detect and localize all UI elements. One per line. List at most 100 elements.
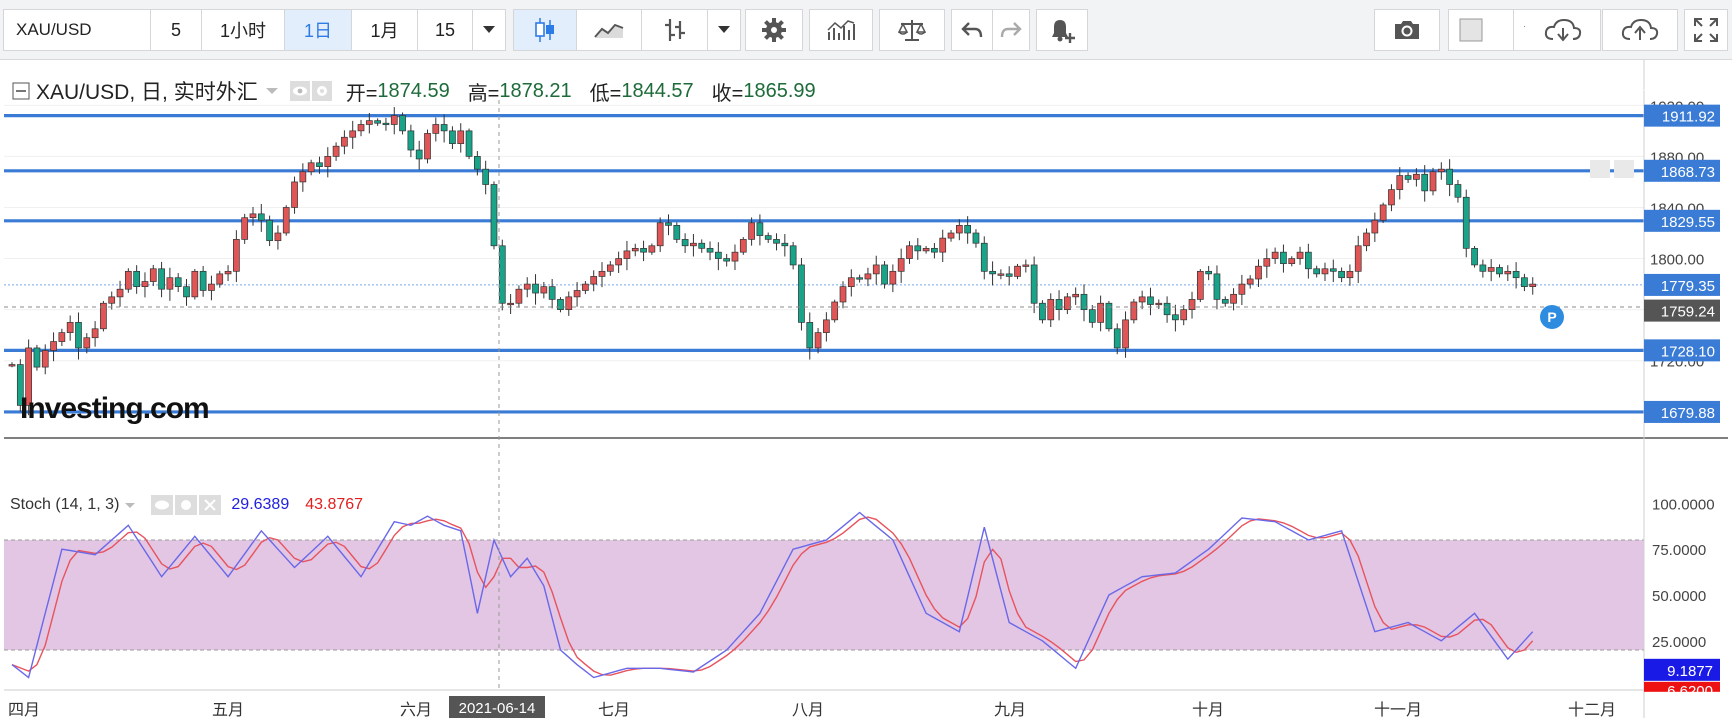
eye-icon[interactable] (151, 495, 174, 515)
candle (1039, 300, 1046, 324)
candle-body-up (631, 247, 639, 252)
bar-chart-type-button[interactable] (641, 9, 708, 51)
chevron-down-icon[interactable] (123, 501, 137, 510)
candle-body-down (665, 222, 672, 226)
cloud-upload-button[interactable] (1602, 9, 1678, 51)
candle-body-up (1097, 302, 1104, 323)
undo-button[interactable] (951, 9, 993, 51)
stoch-d-badge-label: 6.6200 (1667, 683, 1713, 700)
redo-button[interactable] (992, 9, 1030, 51)
cloud-download-button[interactable] (1525, 9, 1601, 51)
candle (1130, 298, 1138, 324)
price-chart[interactable]: 1920.001880.001840.001800.001760.001720.… (0, 60, 1732, 718)
snapshot-button[interactable] (1374, 9, 1440, 51)
candle-body-up (656, 222, 664, 247)
candle-body-up (307, 162, 315, 173)
candle-body-down (714, 251, 722, 259)
candle-body-up (274, 232, 282, 242)
candle-body-up (349, 130, 357, 138)
undo-icon (961, 22, 983, 38)
interval-15-button[interactable]: 15 (417, 9, 473, 51)
gear-icon[interactable] (311, 81, 332, 101)
area-chart-icon (594, 23, 624, 38)
chart-type-dropdown-button[interactable] (707, 9, 741, 51)
candle-body-up (648, 245, 656, 253)
line-chart-type-button[interactable] (576, 9, 642, 51)
low-value: 1844.57 (621, 79, 694, 102)
candle-body-up (565, 296, 573, 310)
candle-chart-type-button[interactable] (513, 9, 577, 51)
candle-body-up (83, 337, 91, 349)
stoch-tick-label: 25.0000 (1652, 634, 1706, 651)
chevron-down-icon[interactable] (264, 86, 280, 96)
candle-body-up (432, 124, 440, 134)
candle-body-down (756, 222, 764, 236)
candle-body-down (980, 242, 988, 272)
candle-body-down (1446, 168, 1453, 185)
top-toolbar: XAU/USD 5 1小时 1日 1月 15 (0, 0, 1732, 60)
candle-body-down (407, 130, 415, 151)
interval-dropdown-button[interactable] (472, 9, 506, 51)
candle-body-up (748, 222, 755, 240)
scroll-right-button[interactable] (1614, 160, 1634, 178)
eye-icon[interactable] (289, 81, 310, 101)
candle-body-up (66, 322, 74, 333)
candle-body-up (1354, 245, 1362, 272)
candle-body-up (357, 124, 365, 132)
chevron-down-icon (483, 26, 495, 33)
candle-body-down (548, 286, 556, 300)
time-tick-label: 九月 (994, 701, 1026, 718)
candle-body-down (532, 283, 539, 294)
candle (191, 269, 199, 300)
symbol-search-input[interactable]: XAU/USD (3, 9, 151, 51)
interval-1d-button[interactable]: 1日 (284, 9, 352, 51)
interval-1h-button[interactable]: 1小时 (201, 9, 285, 51)
candle-body-up (1396, 175, 1404, 190)
interval-5-button[interactable]: 5 (150, 9, 202, 51)
gear-icon[interactable] (175, 495, 198, 515)
time-tick-label: 十月 (1192, 701, 1224, 718)
candle-body-down (789, 245, 797, 266)
candle-body-down (1454, 184, 1462, 198)
gear-icon (762, 18, 786, 42)
open-label: 开= (345, 82, 378, 105)
scroll-left-button[interactable] (1590, 160, 1610, 178)
candle-body-down (764, 235, 772, 240)
candle-body-up (299, 171, 307, 183)
time-tick-label: 七月 (598, 701, 630, 718)
candle-body-up (365, 120, 373, 125)
candle-body-up (864, 273, 872, 280)
candle (739, 237, 747, 255)
candle-body-up (731, 251, 739, 262)
close-icon[interactable] (199, 495, 222, 515)
candle-body-down (33, 347, 41, 368)
candle-body-up (149, 268, 157, 282)
candle-body-up (889, 270, 897, 285)
collapse-icon[interactable] (12, 82, 30, 100)
stoch-k-value: 29.6389 (231, 496, 290, 513)
candle-body-down (474, 156, 481, 170)
interval-1m-button[interactable]: 1月 (351, 9, 418, 51)
candle-body-up (1263, 258, 1271, 267)
candle-body-up (8, 364, 16, 367)
price-tick-label: 1800.00 (1650, 252, 1704, 269)
candle-body-down (972, 232, 980, 244)
compare-button[interactable] (879, 9, 945, 51)
price-level-badge-label: 1868.73 (1661, 164, 1715, 181)
layout-select-button[interactable] (1448, 9, 1514, 51)
candle-body-up (823, 319, 830, 333)
indicators-button[interactable] (809, 9, 873, 51)
candle-body-down (1113, 328, 1121, 349)
candle-body-down (183, 286, 190, 298)
candle (498, 239, 506, 311)
candle-body-up (291, 181, 298, 208)
alert-button[interactable] (1036, 9, 1088, 51)
indicators-icon (827, 20, 855, 40)
settings-button[interactable] (745, 9, 803, 51)
candle-body-up (598, 270, 606, 277)
fullscreen-button[interactable] (1684, 9, 1728, 51)
interval-1h-label: 1小时 (219, 21, 266, 41)
candle-body-up (523, 283, 531, 290)
candle-body-down (266, 219, 273, 242)
time-tick-label: 八月 (792, 702, 824, 718)
